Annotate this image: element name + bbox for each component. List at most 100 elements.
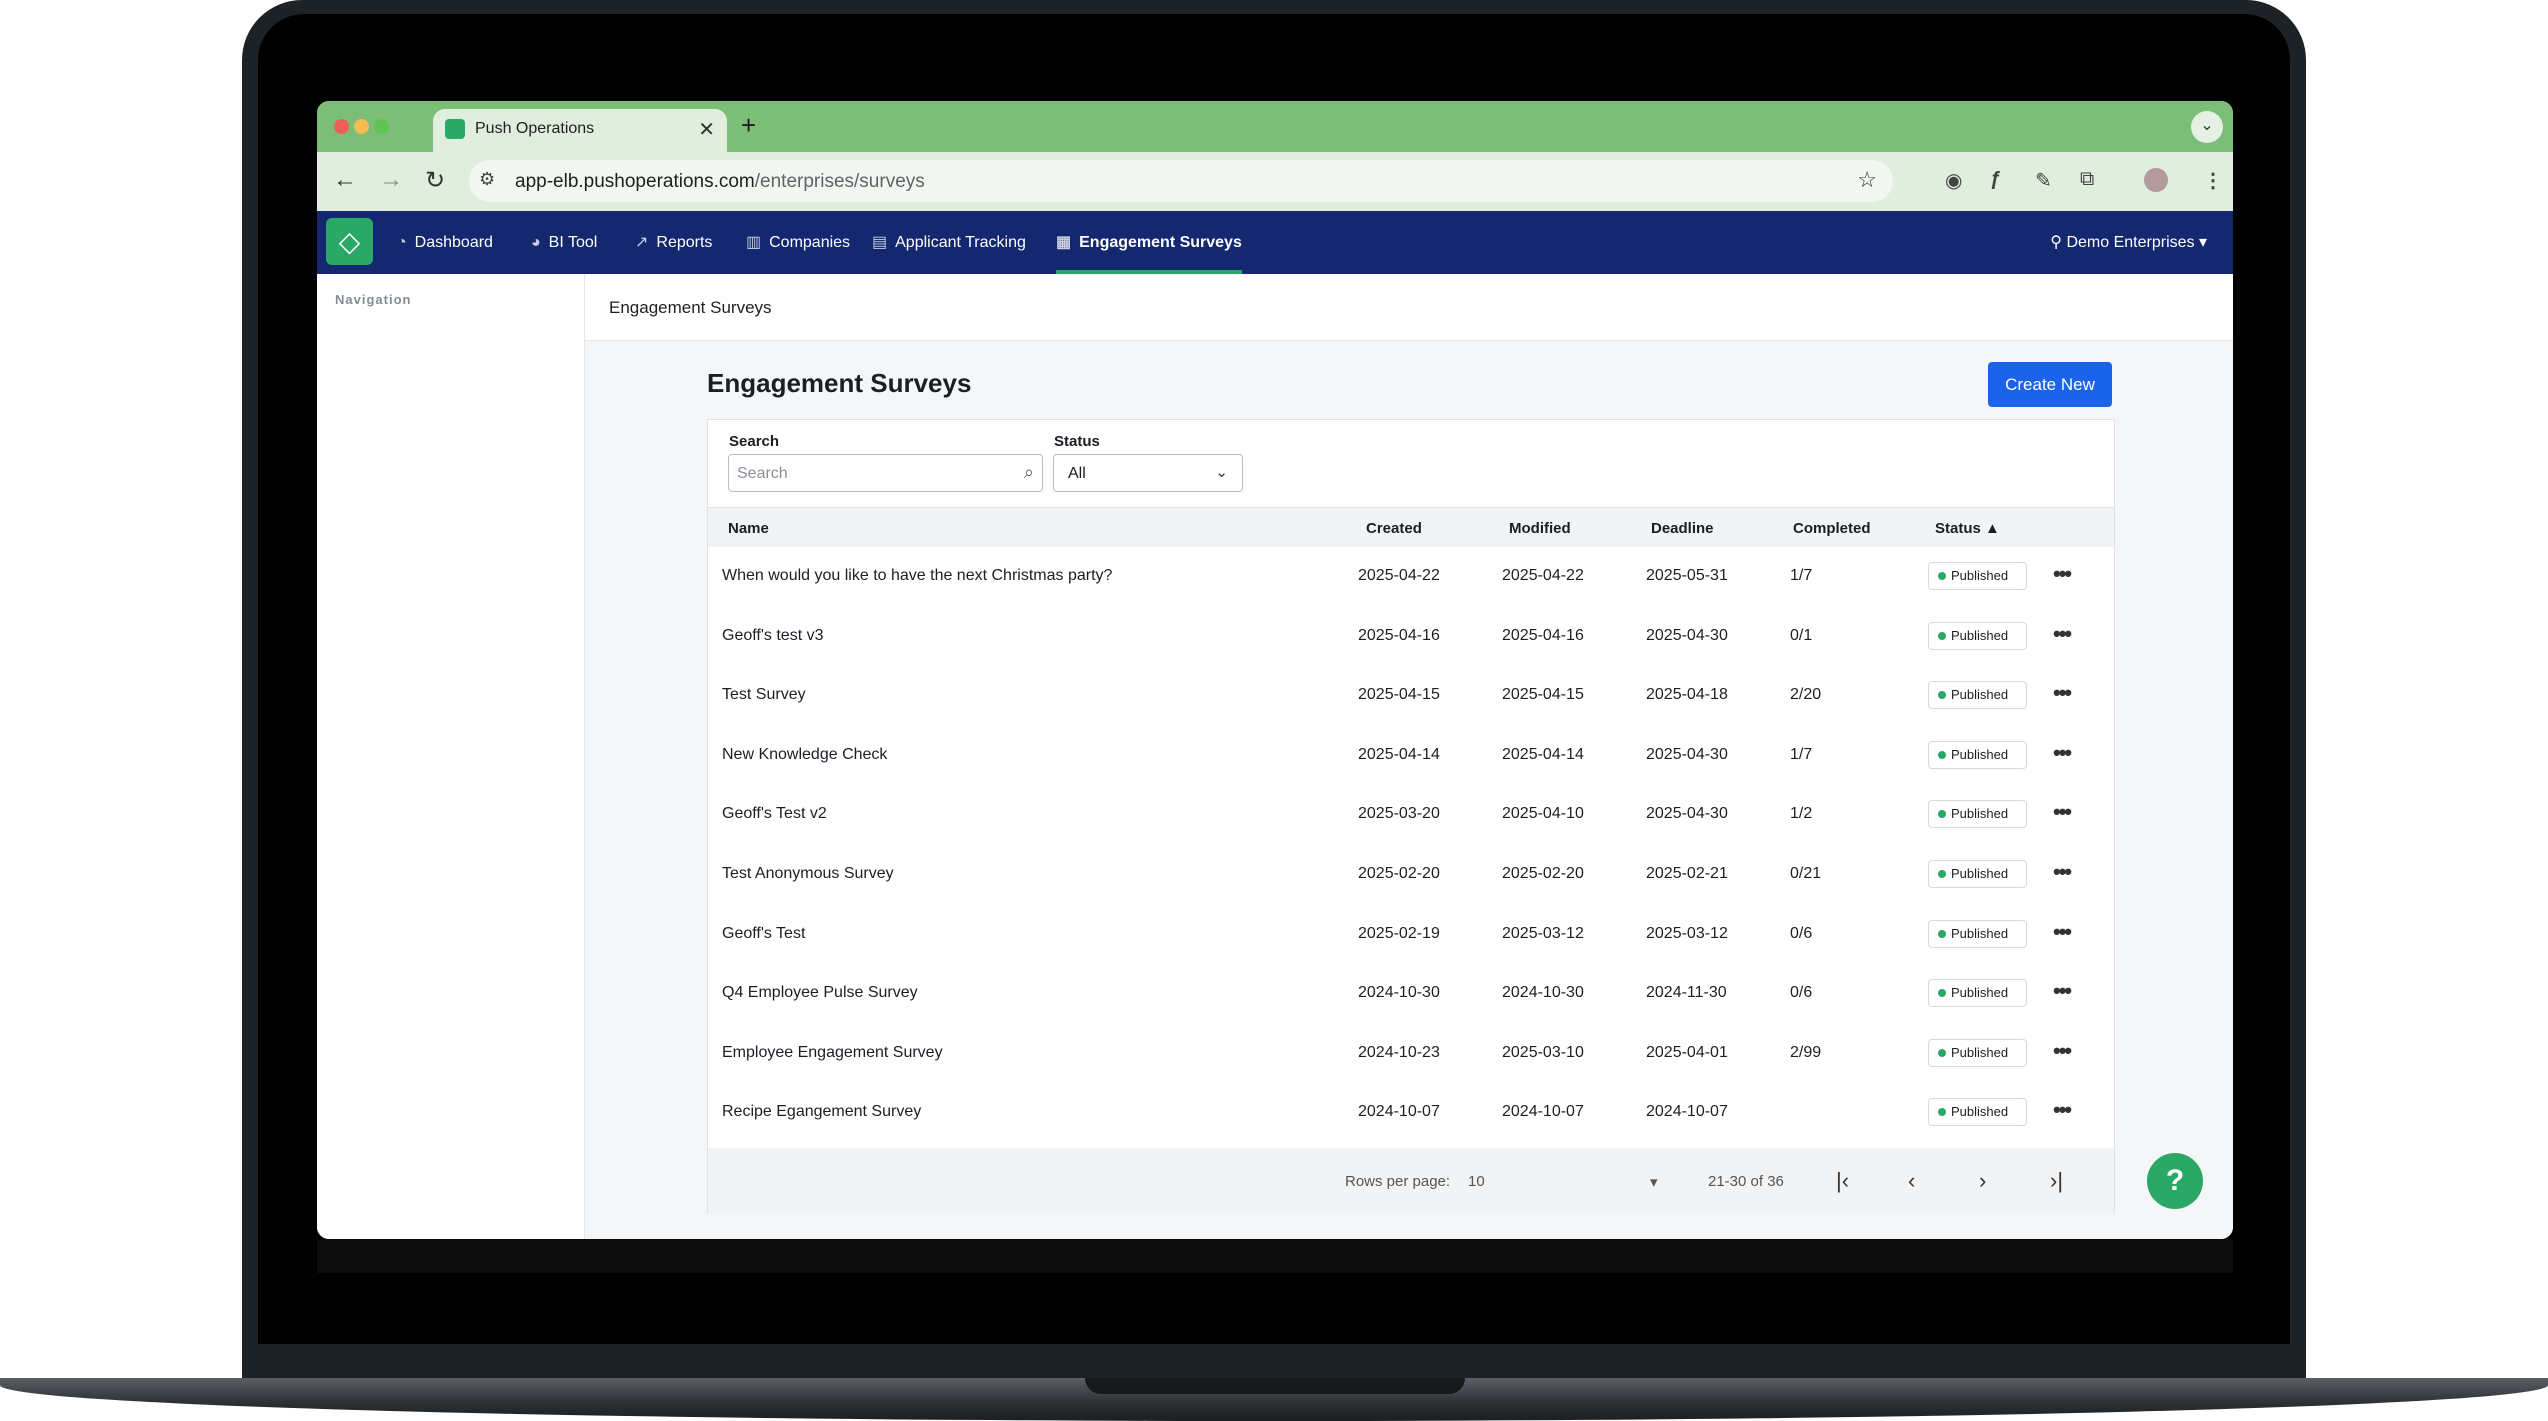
column-header-deadline[interactable]: Deadline	[1651, 520, 1714, 537]
table-row[interactable]: Q4 Employee Pulse Survey 2024-10-30 2024-1…	[708, 964, 2114, 1023]
column-header-name[interactable]: Name	[728, 520, 769, 537]
pagination-bar: Rows per page: 10 ▾ 21-30 of 36 |‹ ‹ › ›|	[708, 1148, 2114, 1214]
help-chat-button[interactable]: ?	[2147, 1153, 2203, 1209]
last-page-icon[interactable]: ›|	[2050, 1168, 2063, 1194]
tab-bar: Push Operations ✕ + ⌄	[317, 101, 2233, 152]
cell-deadline: 2024-11-30	[1646, 984, 1727, 1002]
nav-item-bi-tool[interactable]: ◕ BI Tool	[531, 211, 597, 274]
search-label: Search	[729, 433, 780, 450]
more-actions-icon[interactable]: •••	[2053, 799, 2072, 825]
status-dot-icon	[1938, 1048, 1946, 1057]
bookmark-star-icon[interactable]: ☆	[1857, 167, 1877, 193]
forward-arrow-icon[interactable]: →	[379, 166, 403, 194]
create-new-button[interactable]: Create New	[1988, 362, 2112, 407]
table-row[interactable]: Geoff's Test 2025-02-19 2025-03-12 2025-03-…	[708, 905, 2114, 964]
cell-deadline: 2025-03-12	[1646, 924, 1728, 942]
search-input[interactable]	[737, 461, 1007, 487]
nav-item-engagement-surveys[interactable]: ▦ Engagement Surveys	[1056, 211, 1242, 274]
previous-page-icon[interactable]: ‹	[1908, 1168, 1915, 1194]
status-badge-label: Published	[1951, 568, 2009, 583]
cell-created: 2025-02-20	[1358, 865, 1440, 882]
more-actions-icon[interactable]: •••	[2053, 1097, 2072, 1123]
cell-completed: 2/20	[1790, 686, 1822, 704]
cell-completed: 1/7	[1790, 745, 1813, 763]
status-badge: Published	[1928, 621, 2027, 650]
maximize-window-button[interactable]	[374, 119, 389, 134]
table-row[interactable]: Test Anonymous Survey 2025-02-20 2025-02-2…	[708, 845, 2114, 904]
column-header-status[interactable]: Status ▲	[1935, 520, 2000, 537]
more-actions-icon[interactable]: •••	[2053, 1038, 2072, 1064]
more-actions-icon[interactable]: •••	[2053, 621, 2072, 647]
back-arrow-icon[interactable]: ←	[333, 166, 357, 194]
table-row[interactable]: New Knowledge Check 2025-04-14 2025-04-14 2…	[708, 726, 2114, 785]
table-row[interactable]: Test Survey 2025-04-15 2025-04-15 2025-04-1…	[708, 666, 2114, 725]
table-row[interactable]: Geoff's test v3 2025-04-16 2025-04-16 2025-…	[708, 607, 2114, 666]
table-row[interactable]: Employee Engagement Survey 2024-10-23 2025…	[708, 1024, 2114, 1083]
close-window-button[interactable]	[334, 119, 349, 134]
bi-tool-icon: ◕	[531, 234, 541, 251]
search-field[interactable]: ⌕	[728, 454, 1043, 492]
breadcrumb-item[interactable]: Engagement Surveys	[609, 298, 772, 318]
new-tab-button[interactable]: +	[741, 110, 756, 141]
status-badge: Published	[1928, 1098, 2027, 1127]
more-actions-icon[interactable]: •••	[2053, 680, 2072, 706]
cell-name: Employee Engagement Survey	[722, 1043, 943, 1061]
rows-per-page-select[interactable]: 10 ▾	[1468, 1173, 1668, 1191]
more-actions-icon[interactable]: •••	[2053, 740, 2072, 766]
status-dot-icon	[1938, 810, 1946, 819]
status-badge: Published	[1928, 800, 2027, 829]
cell-modified: 2025-02-20	[1502, 865, 1584, 882]
more-actions-icon[interactable]: •••	[2053, 561, 2072, 587]
table-row[interactable]: When would you like to have the next Chr…	[708, 547, 2114, 606]
status-badge-label: Published	[1951, 746, 2009, 762]
cell-created: 2025-04-16	[1358, 626, 1440, 644]
nav-item-applicant-tracking[interactable]: ▤ Applicant Tracking	[872, 211, 1026, 274]
status-select[interactable]: All ⌄	[1053, 454, 1243, 492]
browser-menu-icon[interactable]: ⋮	[2203, 168, 2223, 193]
enterprise-selector[interactable]: ⚲ Demo Enterprises ▾	[2050, 211, 2207, 274]
nav-item-reports[interactable]: ↗ Reports	[635, 211, 712, 274]
cell-modified: 2025-04-16	[1502, 626, 1584, 644]
cell-name: Geoff's Test v2	[722, 805, 827, 823]
app-logo-icon[interactable]: ◇	[326, 218, 373, 265]
camera-icon[interactable]: ◉	[1945, 168, 1962, 193]
nav-item-dashboard[interactable]: ◔ Dashboard	[397, 211, 493, 274]
cell-created: 2025-02-19	[1358, 924, 1440, 942]
function-extension-icon[interactable]: ƒ	[1990, 168, 2001, 191]
column-header-modified[interactable]: Modified	[1509, 520, 1571, 537]
nav-item-companies[interactable]: ▥ Companies	[746, 211, 850, 274]
surveys-table-card: Search ⌕ Status All ⌄ Name Created Modif…	[707, 419, 2115, 1214]
browser-window: Push Operations ✕ + ⌄ ← → ↻ ⚙ app-elb.pu…	[317, 101, 2233, 1239]
more-actions-icon[interactable]: •••	[2053, 859, 2072, 885]
status-badge-label: Published	[1951, 806, 2009, 822]
address-bar[interactable]: ⚙ app-elb.pushoperations.com/enterprises…	[469, 160, 1893, 202]
table-row[interactable]: Geoff's Test v2 2025-03-20 2025-04-10 2025-…	[708, 785, 2114, 844]
cell-deadline: 2025-04-30	[1646, 626, 1728, 644]
pen-extension-icon[interactable]: ✎	[2035, 168, 2052, 193]
building-icon: ▥	[746, 234, 762, 251]
extensions-puzzle-icon[interactable]: ⧉	[2080, 168, 2094, 191]
status-badge: Published	[1928, 562, 2027, 590]
browser-tab[interactable]: Push Operations ✕	[433, 109, 727, 152]
search-icon[interactable]: ⌕	[1024, 462, 1034, 483]
profile-avatar[interactable]	[2144, 168, 2168, 192]
status-dot-icon	[1938, 929, 1946, 938]
more-actions-icon[interactable]: •••	[2053, 978, 2072, 1004]
minimize-window-button[interactable]	[354, 119, 369, 134]
cell-completed: 0/1	[1790, 626, 1813, 644]
first-page-icon[interactable]: |‹	[1836, 1168, 1849, 1194]
reload-icon[interactable]: ↻	[425, 166, 445, 195]
survey-chart-icon: ▦	[1056, 234, 1072, 251]
site-settings-icon[interactable]: ⚙	[479, 169, 495, 190]
more-actions-icon[interactable]: •••	[2053, 919, 2072, 945]
caret-down-icon: ▾	[1650, 1174, 1658, 1191]
status-badge: Published	[1928, 979, 2027, 1008]
next-page-icon[interactable]: ›	[1979, 1168, 1986, 1194]
column-header-completed[interactable]: Completed	[1793, 520, 1871, 537]
close-tab-icon[interactable]: ✕	[698, 117, 715, 142]
tab-search-chevron-icon[interactable]: ⌄	[2191, 111, 2223, 143]
column-header-created[interactable]: Created	[1366, 520, 1422, 537]
table-row[interactable]: Recipe Egangement Survey 2024-10-07 2024-1…	[708, 1083, 2114, 1142]
cell-deadline: 2025-04-30	[1646, 805, 1728, 823]
favicon-icon	[445, 119, 465, 139]
